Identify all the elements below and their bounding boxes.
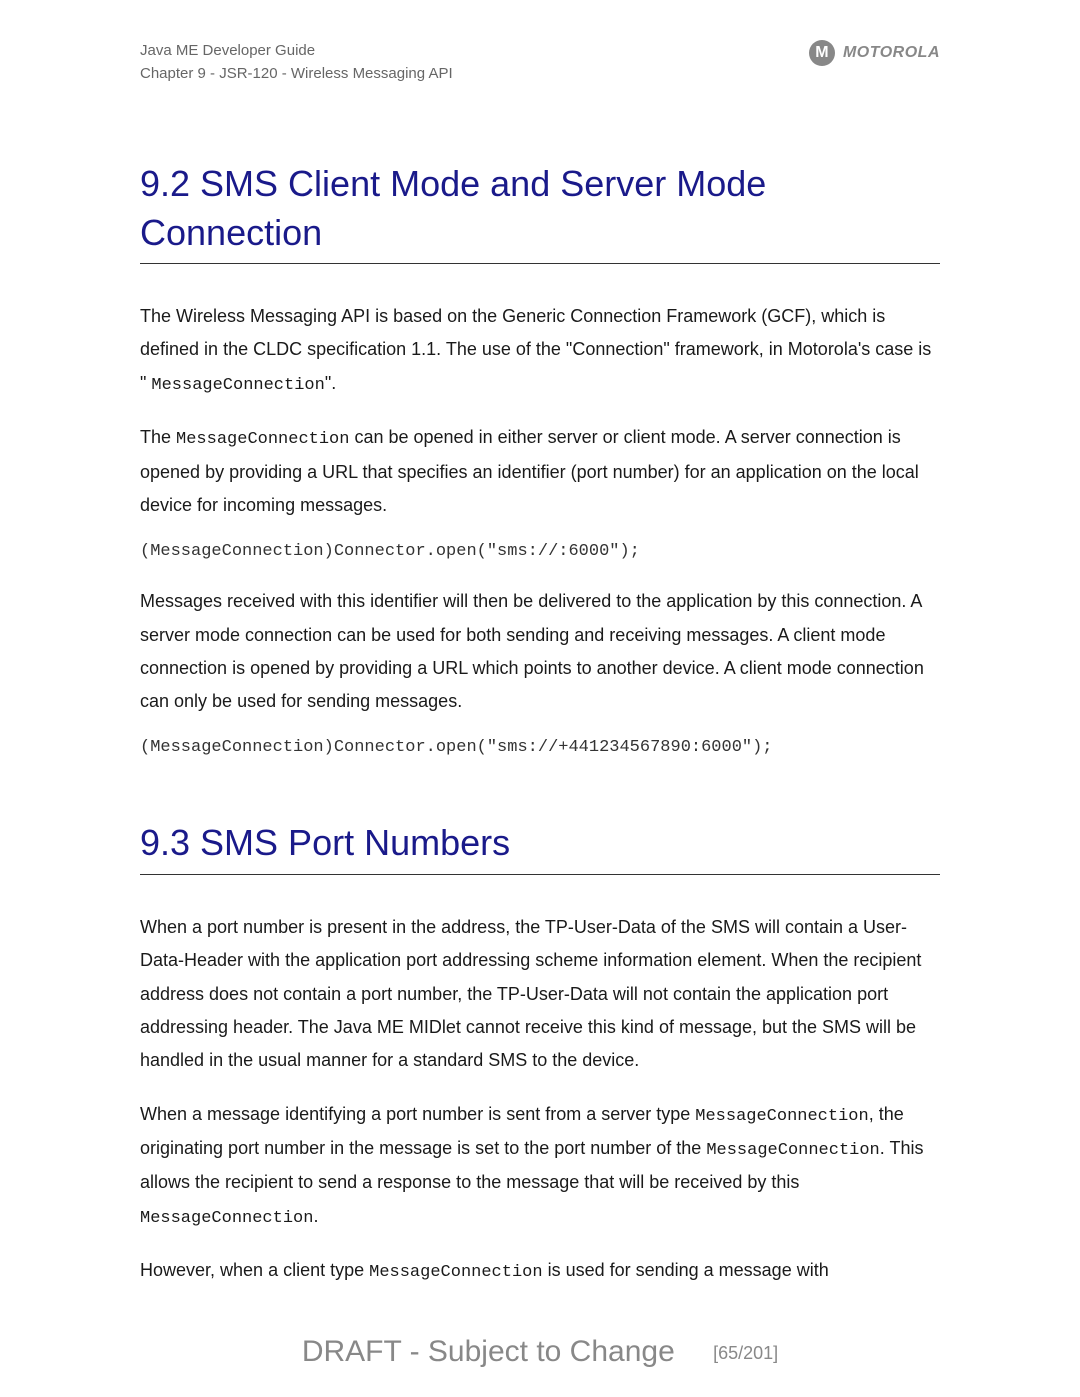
text-fragment: The [140,427,176,447]
code-block-2: (MessageConnection)Connector.open("sms:/… [140,738,940,757]
code-inline: MessageConnection [176,430,349,449]
page-number: [65/201] [713,1343,778,1363]
text-fragment: However, when a client type [140,1260,369,1280]
para-9-2-2: The MessageConnection can be opened in e… [140,421,940,522]
page-footer: DRAFT - Subject to Change [65/201] [0,1335,1080,1369]
heading-9-3: 9.3 SMS Port Numbers [140,819,940,875]
doc-title: Java ME Developer Guide [140,40,453,63]
code-inline: MessageConnection [706,1141,879,1160]
chapter-title: Chapter 9 - JSR-120 - Wireless Messaging… [140,63,453,86]
para-9-3-3: However, when a client type MessageConne… [140,1254,940,1288]
logo-letter: M [815,44,828,62]
motorola-logo-icon: M [809,40,835,66]
code-block-1: (MessageConnection)Connector.open("sms:/… [140,542,940,561]
text-fragment: is used for sending a message with [543,1260,829,1280]
code-inline: MessageConnection [140,1209,313,1228]
code-inline: MessageConnection [151,376,324,395]
heading-9-2: 9.2 SMS Client Mode and Server Mode Conn… [140,160,940,264]
text-fragment: ". [325,373,336,393]
brand-text: MOTOROLA [843,44,940,62]
code-inline: MessageConnection [695,1107,868,1126]
header-right: M MOTOROLA [809,40,940,66]
page-header: Java ME Developer Guide Chapter 9 - JSR-… [140,40,940,85]
spacer [140,781,940,819]
para-9-2-3: Messages received with this identifier w… [140,585,940,718]
para-9-3-2: When a message identifying a port number… [140,1098,940,1235]
draft-label: DRAFT - Subject to Change [302,1335,675,1368]
text-fragment: When a message identifying a port number… [140,1104,695,1124]
code-inline: MessageConnection [369,1263,542,1282]
header-left: Java ME Developer Guide Chapter 9 - JSR-… [140,40,453,85]
para-9-3-1: When a port number is present in the add… [140,911,940,1077]
text-fragment: . [313,1206,318,1226]
para-9-2-1: The Wireless Messaging API is based on t… [140,300,940,401]
